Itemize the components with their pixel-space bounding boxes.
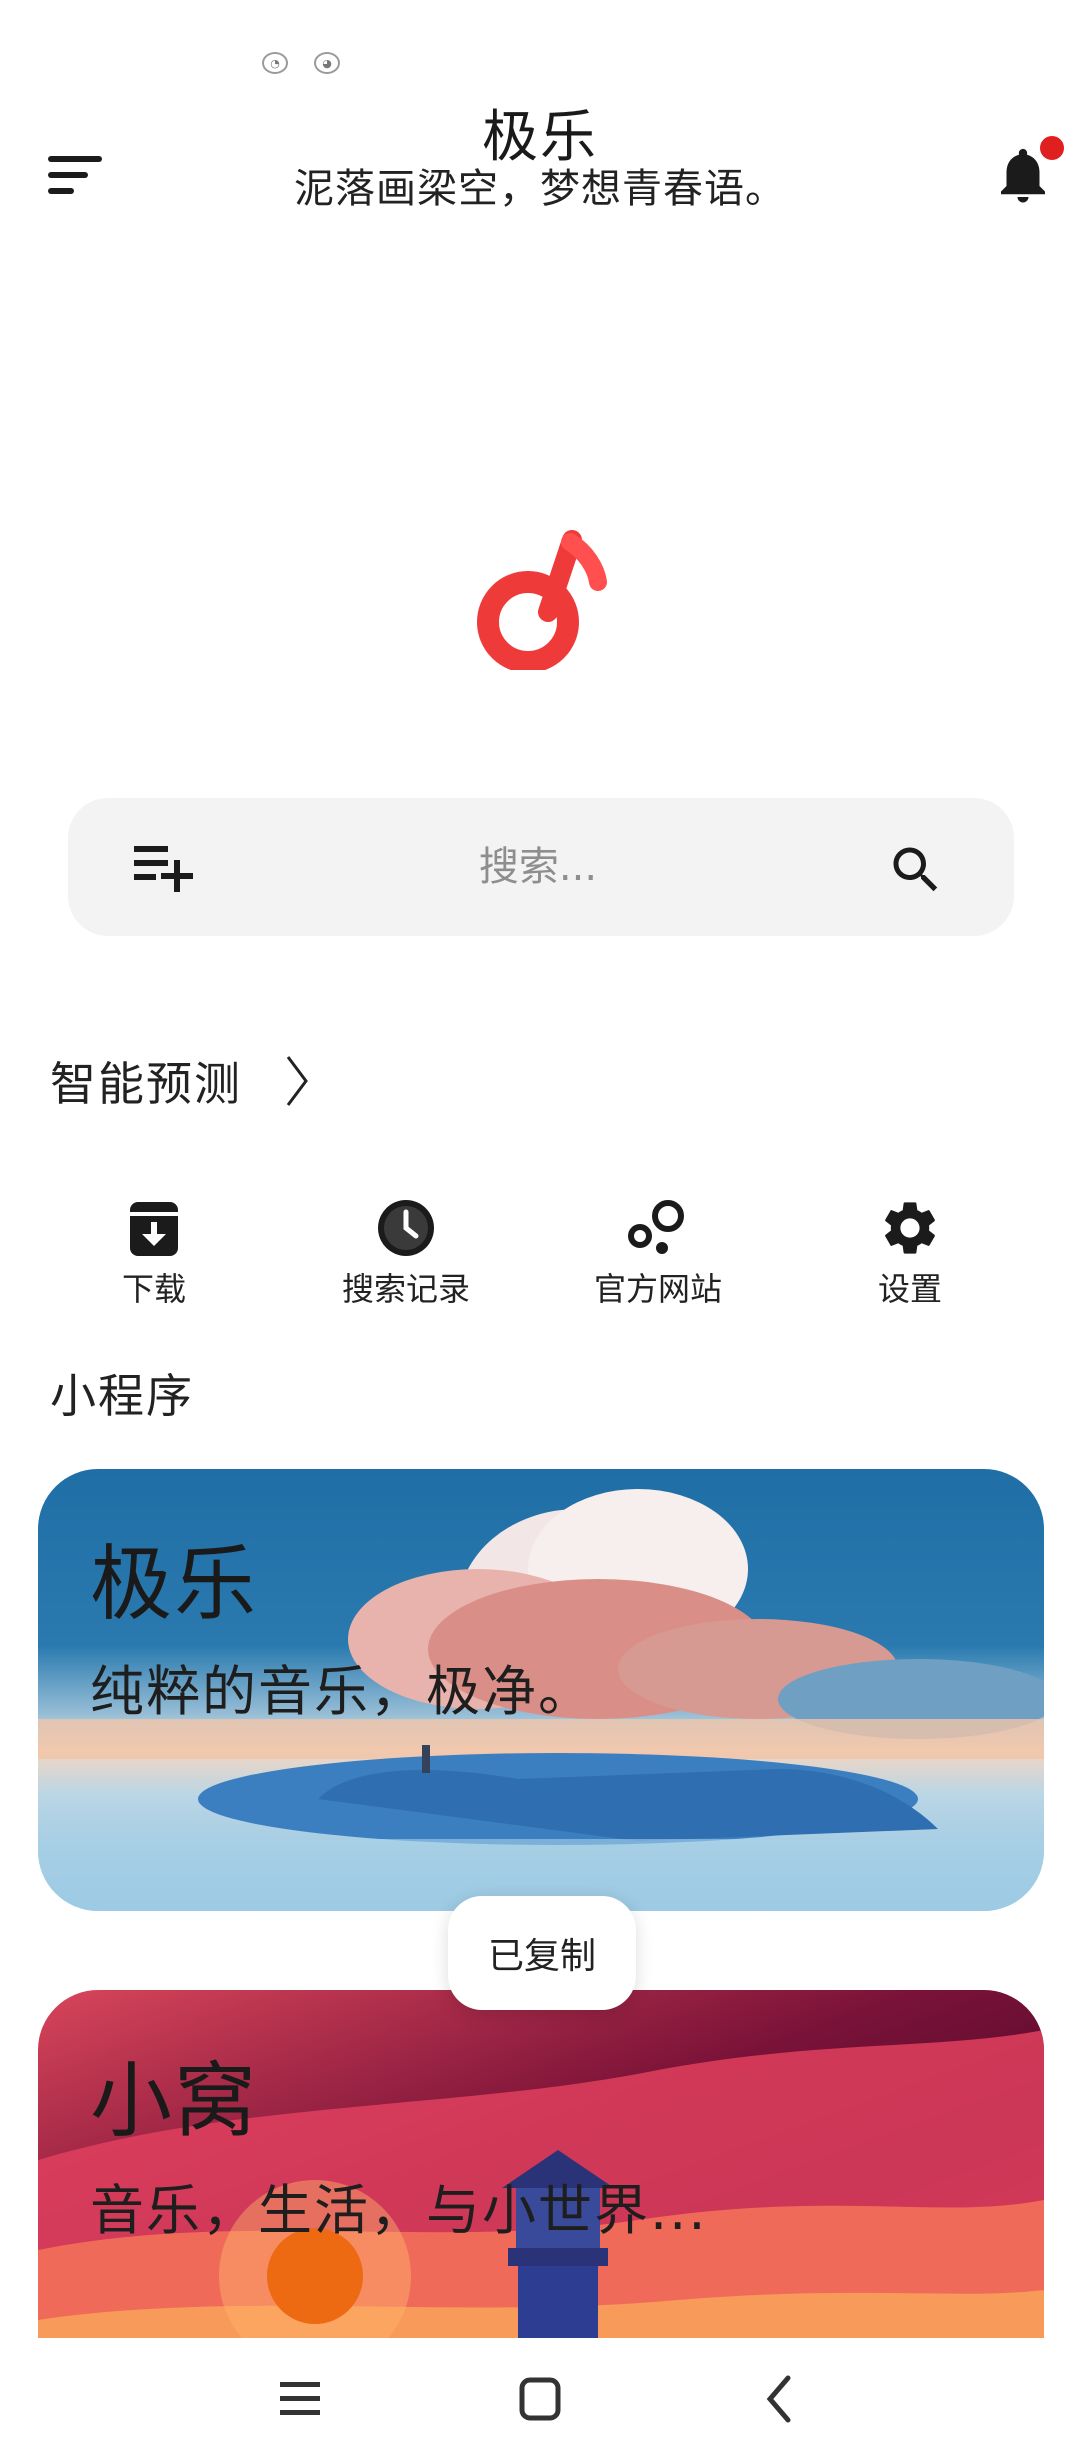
status-bar: ◔ ◕ <box>262 52 340 74</box>
download-box-icon <box>130 1202 178 1256</box>
page-subtitle: 泥落画梁空，梦想青春语。 <box>294 166 786 212</box>
quick-action-label: 下载 <box>121 1270 186 1308</box>
bubbles-icon <box>628 1200 684 1254</box>
card-title: 极乐 <box>90 1537 259 1632</box>
status-notification-icon: ◕ <box>314 52 340 74</box>
back-icon[interactable] <box>750 2374 810 2424</box>
search-bar <box>68 798 1014 936</box>
quick-action-label: 官方网站 <box>593 1270 722 1308</box>
card-description: 纯粹的音乐，极净。 <box>90 1660 594 1723</box>
unread-badge <box>1040 136 1064 160</box>
card-title: 小窝 <box>90 2054 259 2149</box>
mini-program-card-jile[interactable]: 极乐 纯粹的音乐，极净。 <box>38 1469 1044 1911</box>
playlist-add-icon[interactable] <box>132 842 196 894</box>
chevron-right-icon <box>286 1056 308 1106</box>
home-icon[interactable] <box>510 2374 570 2424</box>
mini-programs-title: 小程序 <box>50 1369 194 1423</box>
status-notification-icon: ◔ <box>262 52 288 74</box>
quick-action-download[interactable]: 下载 <box>34 1196 274 1308</box>
system-nav-bar <box>0 2338 1080 2460</box>
quick-action-official-site[interactable]: 官方网站 <box>538 1196 778 1308</box>
gear-icon <box>885 1202 935 1254</box>
copied-toast: 已复制 <box>448 1896 636 2010</box>
search-input[interactable] <box>288 828 788 906</box>
mini-program-card-xiaowo[interactable]: 小窝 音乐，生活，与小世界... <box>38 1990 1044 2338</box>
smart-prediction-label: 智能预测 <box>50 1057 242 1111</box>
clock-icon <box>378 1200 434 1256</box>
quick-action-label: 搜索记录 <box>341 1270 470 1308</box>
music-note-logo <box>470 530 610 673</box>
card-description: 音乐，生活，与小世界... <box>90 2179 708 2242</box>
search-icon[interactable] <box>886 840 946 900</box>
smart-prediction-link[interactable]: 智能预测 <box>50 1048 310 1114</box>
quick-action-search-history[interactable]: 搜索记录 <box>286 1196 526 1308</box>
quick-action-settings[interactable]: 设置 <box>790 1196 1030 1308</box>
quick-action-label: 设置 <box>877 1270 942 1308</box>
recent-apps-icon[interactable] <box>270 2374 330 2424</box>
